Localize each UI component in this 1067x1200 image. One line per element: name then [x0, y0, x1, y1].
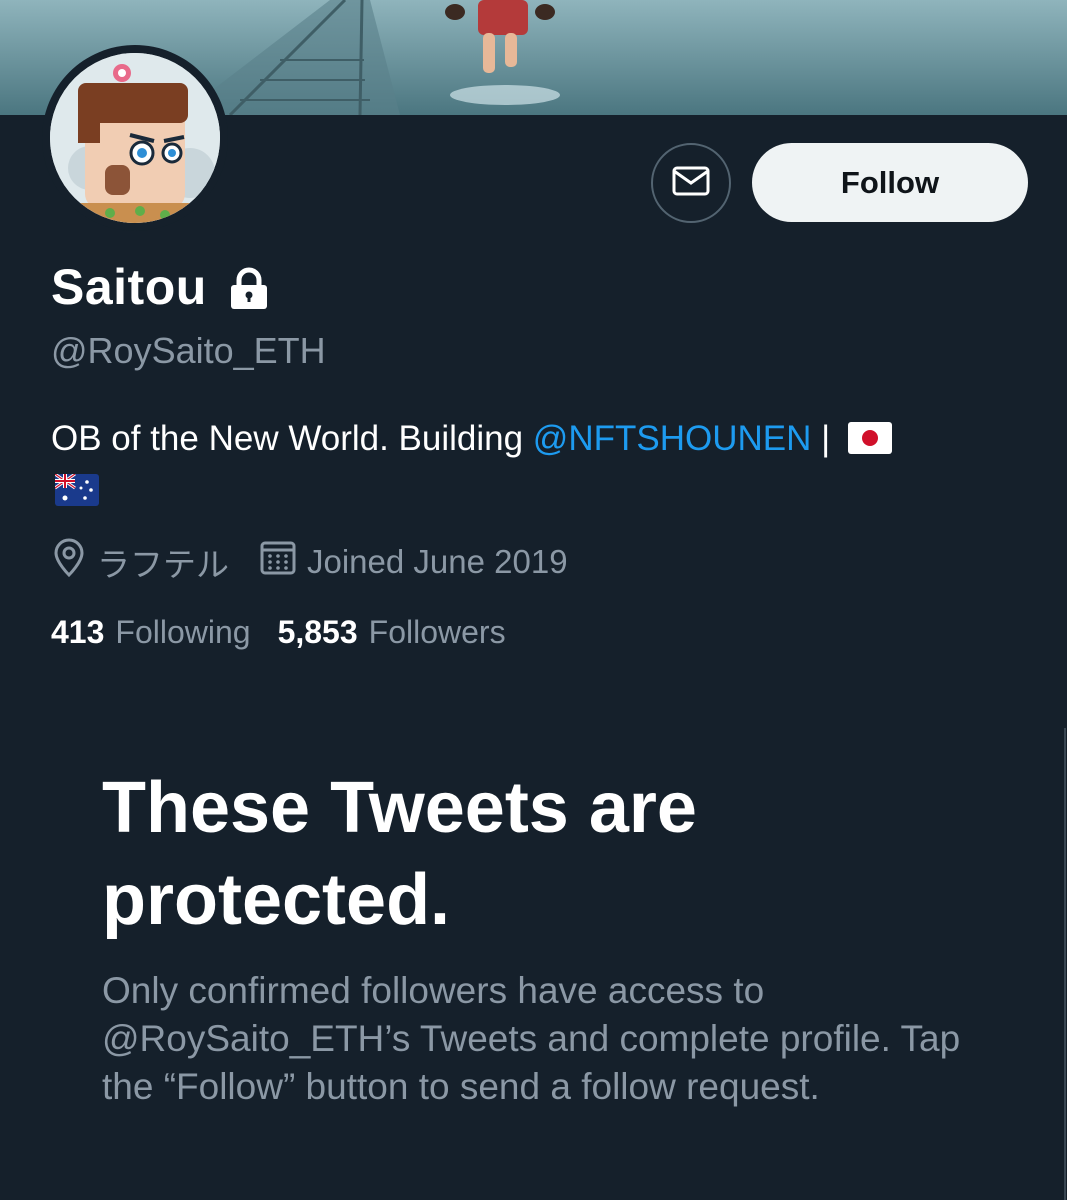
- envelope-icon: [672, 166, 710, 201]
- protected-tweets-description: Only confirmed followers have access to …: [102, 970, 961, 1107]
- lock-icon: [227, 266, 271, 315]
- japan-flag-icon: [847, 419, 892, 467]
- followers-count: 5,853: [277, 614, 358, 650]
- following-count: 413: [51, 614, 105, 650]
- display-name: Saitou: [51, 259, 207, 315]
- bio-mention-link[interactable]: @NFTSHOUNEN: [533, 419, 812, 458]
- avatar-image: [50, 53, 220, 223]
- location-text: ラフテル: [97, 546, 229, 583]
- bio-separator: |: [811, 419, 831, 458]
- australia-flag-icon: [54, 471, 99, 519]
- avatar[interactable]: [42, 45, 228, 231]
- profile-name-row: Saitou: [51, 258, 271, 316]
- following-label: Following: [115, 614, 251, 650]
- joined-text: Joined June 2019: [307, 543, 568, 580]
- profile-handle: @RoySaito_ETH: [51, 330, 326, 371]
- bio-text: OB of the New World. Building: [51, 419, 533, 458]
- profile-stats-row: 413 Following 5,853 Followers: [51, 614, 506, 651]
- follow-button[interactable]: Follow: [752, 143, 1028, 222]
- profile-page: Follow Saitou @RoySaito_ETH OB of the Ne…: [0, 0, 1067, 1200]
- location-item: ラフテル: [51, 538, 229, 586]
- joined-item: Joined June 2019: [259, 539, 568, 585]
- followers-link[interactable]: 5,853 Followers: [278, 614, 506, 651]
- profile-meta-row: ラフテル Joined June 2019: [51, 538, 568, 586]
- followers-label: Followers: [368, 614, 506, 650]
- profile-bio: OB of the New World. Building @NFTSHOUNE…: [51, 415, 1011, 519]
- follow-button-label: Follow: [840, 164, 940, 200]
- scrollbar[interactable]: [1064, 728, 1066, 1200]
- following-link[interactable]: 413 Following: [51, 614, 251, 651]
- message-button[interactable]: [651, 143, 731, 223]
- location-pin-icon: [51, 538, 97, 586]
- protected-tweets-title: These Tweets are protected.: [102, 768, 697, 940]
- calendar-icon: [259, 539, 307, 585]
